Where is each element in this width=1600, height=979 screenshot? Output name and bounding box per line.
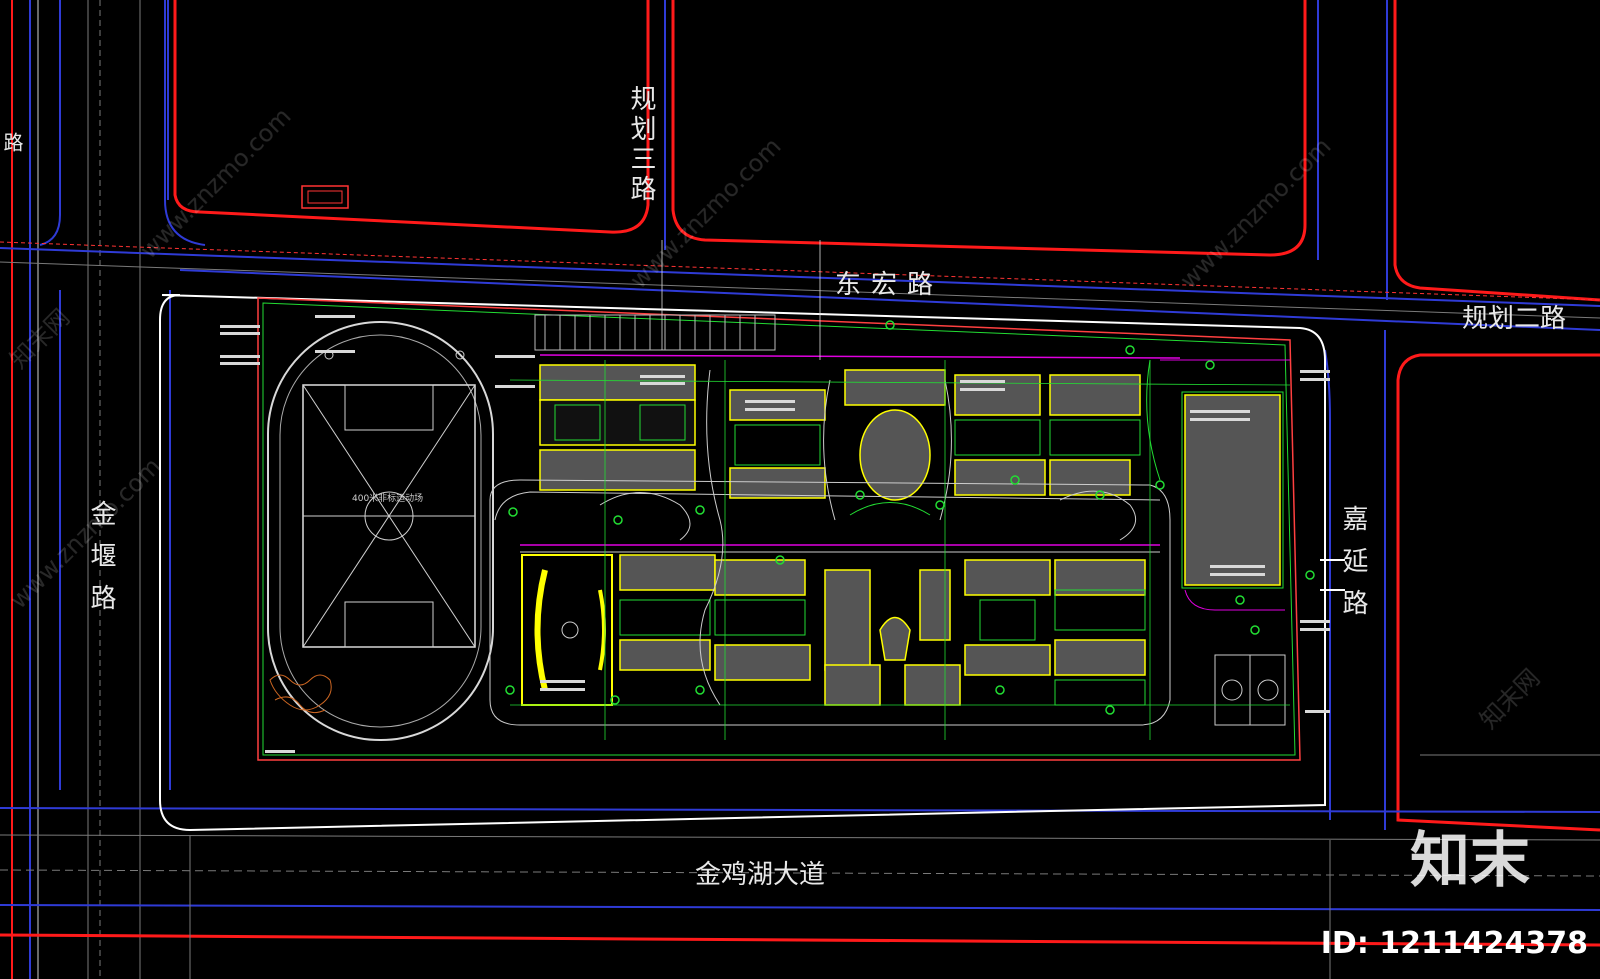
road-label-jinyan: 金堰路: [86, 500, 116, 626]
road-label-guihua-san: 规划三路: [626, 85, 656, 205]
watermark-id: ID: 1211424378: [1320, 926, 1588, 961]
road-label-left-edge: 路: [0, 132, 24, 156]
road-label-donghong: 东宏路: [835, 270, 944, 300]
road-label-jiayan: 嘉延路: [1338, 505, 1368, 631]
road-label-jinjihu: 金鸡湖大道: [695, 860, 826, 890]
track-label: 400米非标运动场: [352, 494, 424, 504]
road-label-guihua-er: 规划二路: [1462, 304, 1567, 334]
watermark-logo: 知末: [1410, 826, 1530, 896]
site-plan-drawing: www.znzmo.com www.znzmo.com www.znzmo.co…: [0, 0, 1600, 979]
